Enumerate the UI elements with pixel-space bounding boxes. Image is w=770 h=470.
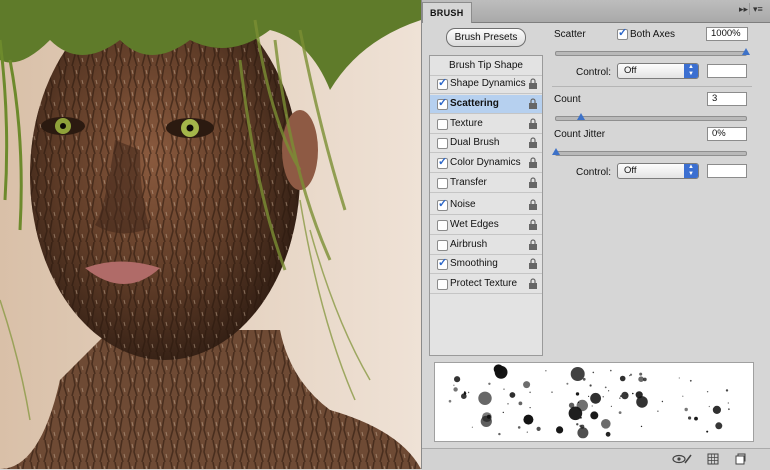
collapse-panel-icon[interactable]: ▸▸ bbox=[739, 4, 748, 15]
count-slider-thumb[interactable] bbox=[576, 113, 585, 120]
scatter-stroke-preview bbox=[448, 364, 730, 439]
lock-icon[interactable] bbox=[528, 98, 538, 109]
brush-option-scattering[interactable]: Scattering bbox=[430, 95, 542, 114]
tree-bark-face-image bbox=[0, 0, 421, 469]
scatter-control-label: Control: bbox=[576, 67, 612, 78]
option-checkbox[interactable] bbox=[437, 256, 448, 270]
chevron-updown-icon: ▲ ▼ bbox=[684, 164, 698, 178]
option-checkbox[interactable] bbox=[437, 119, 448, 130]
scatter-slider-thumb[interactable] bbox=[742, 48, 750, 55]
option-checkbox[interactable] bbox=[437, 220, 448, 231]
scatter-control-amount-field[interactable] bbox=[707, 64, 747, 78]
brush-panel: BRUSH ▸▸ ▾≡ Brush Presets Brush Tip Shap… bbox=[421, 0, 770, 470]
scatter-label: Scatter bbox=[554, 29, 586, 40]
brush-presets-button[interactable]: Brush Presets bbox=[446, 28, 526, 47]
lock-icon[interactable] bbox=[528, 157, 538, 168]
chevron-updown-icon: ▲ ▼ bbox=[684, 64, 698, 78]
lock-icon[interactable] bbox=[528, 278, 538, 289]
brush-option-dual-brush[interactable]: Dual Brush bbox=[430, 134, 542, 153]
option-label: Dual Brush bbox=[450, 137, 500, 148]
brush-option-protect-texture[interactable]: Protect Texture bbox=[430, 275, 542, 294]
eye-brush-icon[interactable] bbox=[672, 453, 692, 465]
lock-icon[interactable] bbox=[528, 177, 538, 188]
panel-tab-bar: BRUSH ▸▸ ▾≡ bbox=[422, 0, 770, 23]
brush-tip-shape-item[interactable]: Brush Tip Shape bbox=[430, 56, 542, 76]
count-jitter-control-select[interactable]: Off ▲ ▼ bbox=[617, 163, 699, 179]
scatter-slider[interactable] bbox=[555, 48, 750, 56]
option-label: Color Dynamics bbox=[450, 157, 521, 168]
both-axes-checkbox[interactable]: ✓ bbox=[617, 27, 628, 40]
check-icon: ✓ bbox=[618, 27, 628, 39]
option-checkbox[interactable] bbox=[437, 96, 448, 110]
brush-option-airbrush[interactable]: Airbrush bbox=[430, 236, 542, 255]
option-checkbox[interactable] bbox=[437, 155, 448, 169]
canvas-artwork[interactable] bbox=[0, 0, 421, 469]
brush-option-color-dynamics[interactable]: Color Dynamics bbox=[430, 154, 542, 173]
lock-icon[interactable] bbox=[528, 219, 538, 230]
lock-icon[interactable] bbox=[528, 239, 538, 250]
option-label: Texture bbox=[450, 118, 483, 129]
count-jitter-control-value: Off bbox=[624, 165, 637, 176]
option-checkbox[interactable] bbox=[437, 279, 448, 290]
option-label: Transfer bbox=[450, 177, 487, 188]
option-checkbox[interactable] bbox=[437, 178, 448, 189]
option-checkbox[interactable] bbox=[437, 240, 448, 251]
brush-option-texture[interactable]: Texture bbox=[430, 115, 542, 134]
scatter-control-select[interactable]: Off ▲ ▼ bbox=[617, 63, 699, 79]
lock-icon[interactable] bbox=[528, 137, 538, 148]
option-checkbox[interactable] bbox=[437, 197, 448, 211]
lock-icon[interactable] bbox=[528, 78, 538, 89]
option-checkbox[interactable] bbox=[437, 76, 448, 90]
option-checkbox[interactable] bbox=[437, 138, 448, 149]
count-jitter-slider-thumb[interactable] bbox=[552, 148, 560, 155]
brush-option-transfer[interactable]: Transfer bbox=[430, 174, 542, 193]
scatter-value-field[interactable]: 1000% bbox=[706, 27, 748, 41]
panel-bottom-bar bbox=[422, 448, 770, 470]
option-label: Wet Edges bbox=[450, 219, 499, 230]
option-label: Airbrush bbox=[450, 239, 488, 250]
brush-option-noise[interactable]: Noise bbox=[430, 196, 542, 215]
option-label: Noise bbox=[450, 199, 476, 210]
count-jitter-slider[interactable] bbox=[552, 148, 747, 156]
count-jitter-control-amount-field[interactable] bbox=[707, 164, 747, 178]
count-jitter-value-field[interactable]: 0% bbox=[707, 127, 747, 141]
scatter-control-value: Off bbox=[624, 65, 637, 76]
lock-icon[interactable] bbox=[528, 258, 538, 269]
brush-option-smoothing[interactable]: Smoothing bbox=[430, 255, 542, 274]
option-label: Scattering bbox=[450, 98, 499, 109]
grid-icon[interactable] bbox=[707, 453, 719, 465]
brush-stroke-preview bbox=[434, 362, 754, 442]
option-label: Smoothing bbox=[450, 258, 498, 269]
divider bbox=[552, 86, 752, 87]
count-slider[interactable] bbox=[555, 113, 747, 121]
new-preset-icon[interactable] bbox=[734, 453, 746, 465]
count-value-field[interactable]: 3 bbox=[707, 92, 747, 106]
brush-option-wet-edges[interactable]: Wet Edges bbox=[430, 216, 542, 235]
brush-option-shape-dynamics[interactable]: Shape Dynamics bbox=[430, 75, 542, 94]
count-jitter-label: Count Jitter bbox=[554, 129, 606, 140]
count-label: Count bbox=[554, 94, 581, 105]
both-axes-label: Both Axes bbox=[630, 29, 676, 40]
lock-icon[interactable] bbox=[528, 199, 538, 210]
brush-options-list: Brush Tip Shape Shape Dynamics Scattering… bbox=[429, 55, 543, 356]
count-jitter-control-label: Control: bbox=[576, 167, 612, 178]
panel-menu-icon[interactable]: ▾≡ bbox=[749, 3, 765, 15]
option-label: Shape Dynamics bbox=[450, 78, 526, 89]
option-label: Protect Texture bbox=[450, 278, 518, 289]
lock-icon[interactable] bbox=[528, 118, 538, 129]
brush-panel-tab[interactable]: BRUSH bbox=[422, 2, 472, 23]
